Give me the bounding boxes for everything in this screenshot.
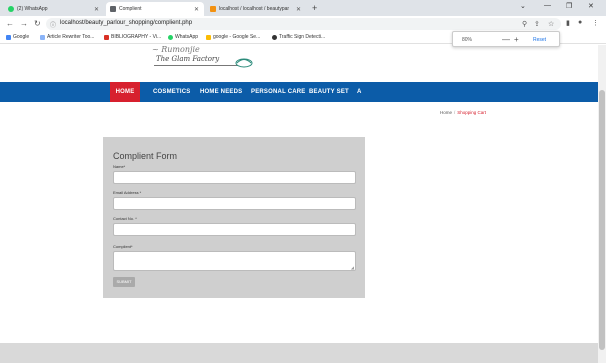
complient-textarea[interactable]: ◢ xyxy=(113,251,356,271)
google-icon xyxy=(6,34,11,40)
submit-button[interactable]: SUBMIT xyxy=(113,277,135,287)
close-icon[interactable]: ✕ xyxy=(94,6,99,13)
info-icon[interactable]: ⓘ xyxy=(50,20,56,29)
bookmark-label: google - Google Se... xyxy=(213,34,261,40)
bookmark-whatsapp[interactable]: WhatsApp xyxy=(168,34,198,40)
forward-arrow-icon[interactable]: → xyxy=(20,19,28,28)
profile-avatar[interactable]: ● xyxy=(578,19,582,26)
bookmark-label: Article Rewriter Too... xyxy=(47,34,95,40)
phpmyadmin-icon xyxy=(210,6,216,12)
nav-beauty-set[interactable]: BEAUTY SET xyxy=(309,82,349,102)
back-arrow-icon[interactable]: ← xyxy=(6,19,14,28)
main-nav: HOME COSMETICS HOME NEEDS PERSONAL CARE … xyxy=(0,82,600,102)
bookmark-google-search[interactable]: google - Google Se... xyxy=(206,34,260,40)
tab-label: localhost / localhost / beautypar xyxy=(219,6,290,12)
browser-tab-bar: (2) WhatsApp ✕ Complient ✕ localhost / l… xyxy=(0,0,606,16)
bookmark-label: Traffic Sign Detecti... xyxy=(279,34,326,40)
bib-icon xyxy=(104,34,109,40)
bookmark-bibliography[interactable]: BIBLIOGRAPHY - Vi... xyxy=(104,34,161,40)
new-tab-button[interactable]: + xyxy=(312,3,317,13)
email-input[interactable] xyxy=(113,197,356,210)
logo-subtitle: The Glam Factory xyxy=(156,55,220,63)
zoom-popup: 80% — + Reset xyxy=(452,31,560,47)
side-panel-icon[interactable]: ▮ xyxy=(566,19,570,27)
tab-label: Complient xyxy=(119,6,142,12)
tab-search-icon[interactable]: ⌄ xyxy=(520,2,526,10)
bookmark-star-icon[interactable]: ☆ xyxy=(548,20,554,28)
browser-toolbar: ← → ↻ ⓘ localhost/beauty_parlour_shoppin… xyxy=(0,16,606,32)
resize-handle-icon[interactable]: ◢ xyxy=(351,265,354,270)
tab-label: (2) WhatsApp xyxy=(17,6,48,12)
contact-label: Contact No. * xyxy=(113,216,137,221)
site-logo[interactable]: ~ Rumonjie The Glam Factory xyxy=(150,45,260,78)
breadcrumb: Home / Shopping Cart xyxy=(440,110,486,115)
zoom-reset-button[interactable]: Reset xyxy=(533,37,546,43)
complient-form: Complient Form Name* Email Address * Con… xyxy=(103,137,365,298)
share-icon[interactable]: ⇪ xyxy=(534,20,540,28)
complient-label: Complient* xyxy=(113,244,133,249)
breadcrumb-current: Shopping Cart xyxy=(457,110,487,115)
github-icon xyxy=(272,34,277,40)
minimize-button[interactable]: — xyxy=(544,2,551,9)
footer xyxy=(0,343,600,363)
email-label: Email Address * xyxy=(113,190,142,195)
name-label: Name* xyxy=(113,164,126,169)
google-icon xyxy=(206,34,211,40)
bookmark-label: WhatsApp xyxy=(175,34,199,40)
bookmark-label: BIBLIOGRAPHY - Vi... xyxy=(111,34,162,40)
logo-underline xyxy=(154,65,238,66)
contact-input[interactable] xyxy=(113,223,356,236)
nav-personal-care[interactable]: PERSONAL CARE xyxy=(251,82,306,102)
close-icon[interactable]: ✕ xyxy=(194,6,199,13)
page-content: ~ Rumonjie The Glam Factory HOME COSMETI… xyxy=(0,45,600,363)
whatsapp-icon xyxy=(168,34,173,40)
page-icon xyxy=(110,6,116,12)
nav-home-needs[interactable]: HOME NEEDS xyxy=(200,82,242,102)
nav-more[interactable]: A xyxy=(357,82,362,102)
logo-emblem-icon xyxy=(235,58,253,68)
breadcrumb-separator: / xyxy=(454,110,456,115)
bookmark-traffic-sign[interactable]: Traffic Sign Detecti... xyxy=(272,34,325,40)
name-input[interactable] xyxy=(113,171,356,184)
tab-phpmyadmin[interactable]: localhost / localhost / beautypar ✕ xyxy=(206,2,306,16)
tab-complient[interactable]: Complient ✕ xyxy=(106,2,204,16)
zoom-out-button[interactable]: — xyxy=(502,35,510,44)
close-window-button[interactable]: ✕ xyxy=(588,2,594,10)
tab-whatsapp[interactable]: (2) WhatsApp ✕ xyxy=(4,2,104,16)
zoom-level: 80% xyxy=(462,37,473,43)
url-text: localhost/beauty_parlour_shopping/compli… xyxy=(60,20,193,26)
zoom-in-button[interactable]: + xyxy=(514,35,519,44)
logo-script: ~ Rumonjie xyxy=(152,45,200,54)
whatsapp-icon xyxy=(8,6,14,12)
bookmark-article-rewriter[interactable]: Article Rewriter Too... xyxy=(40,34,94,40)
bookmark-google[interactable]: Google xyxy=(6,34,29,40)
bookmark-label: Google xyxy=(13,34,30,40)
zoom-icon[interactable]: ⚲ xyxy=(522,20,527,28)
address-bar[interactable]: ⓘ localhost/beauty_parlour_shopping/comp… xyxy=(46,18,561,30)
restore-button[interactable]: ❐ xyxy=(566,2,572,10)
form-title: Complient Form xyxy=(113,151,178,161)
close-icon[interactable]: ✕ xyxy=(296,6,301,13)
nav-cosmetics[interactable]: COSMETICS xyxy=(153,82,190,102)
doc-icon xyxy=(40,34,45,40)
breadcrumb-home[interactable]: Home xyxy=(440,110,452,115)
scrollbar-thumb[interactable] xyxy=(599,90,605,350)
nav-home[interactable]: HOME xyxy=(110,82,140,102)
reload-icon[interactable]: ↻ xyxy=(34,19,41,28)
menu-kebab-icon[interactable]: ⋮ xyxy=(592,19,599,27)
